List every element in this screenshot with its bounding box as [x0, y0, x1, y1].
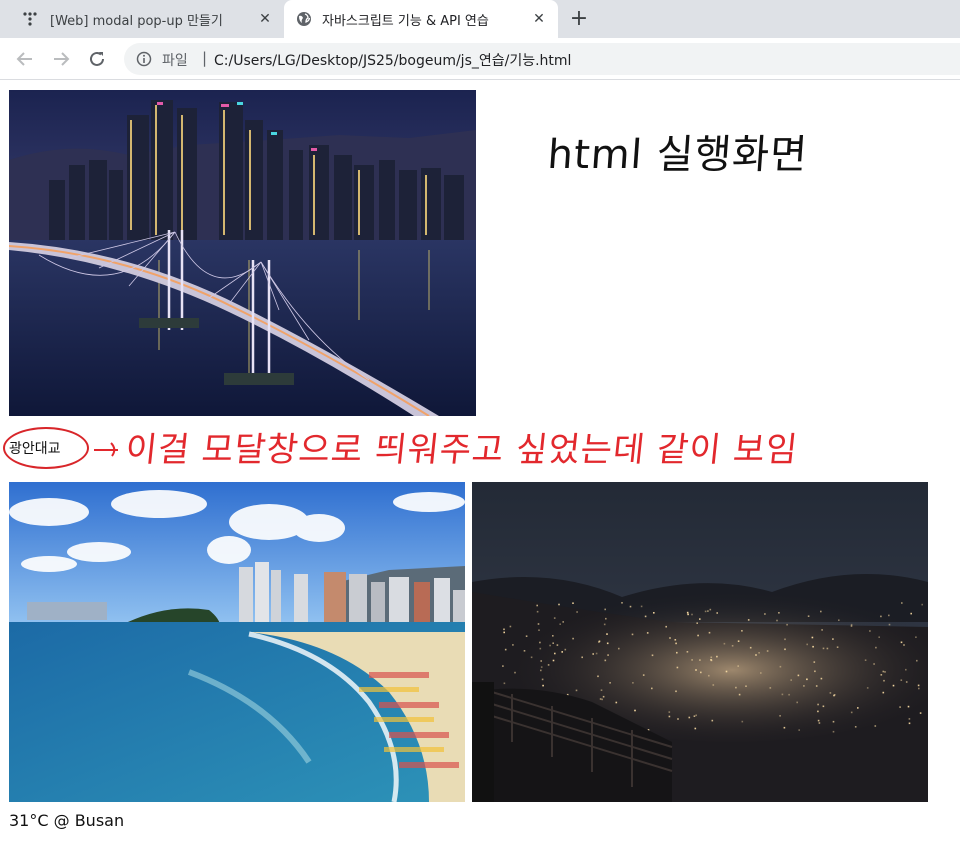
tab-title: [Web] modal pop-up 만들기: [50, 14, 223, 29]
weather-text: 31°C @ Busan: [9, 811, 125, 830]
globe-icon: [297, 12, 311, 26]
back-arrow-icon[interactable]: [14, 48, 36, 70]
tab-js-practice[interactable]: 자바스크립트 기능 & API 연습 ✕: [284, 0, 558, 38]
tab-modal-popup[interactable]: [Web] modal pop-up 만들기 ✕: [0, 0, 284, 38]
tab-title: 자바스크립트 기능 & API 연습: [322, 14, 489, 29]
new-tab-button[interactable]: +: [569, 8, 589, 30]
haeundae-beach-image[interactable]: [9, 482, 465, 802]
gwangan-bridge-image[interactable]: [9, 90, 476, 416]
forward-arrow-icon[interactable]: [50, 48, 72, 70]
close-tab-icon[interactable]: ✕: [531, 11, 547, 27]
handwritten-title-annotation: html 실행화면: [546, 132, 810, 178]
address-separator: |: [202, 49, 208, 67]
handwritten-note-annotation: 이걸 모달창으로 띄워주고 싶었는데 같이 보임: [123, 430, 801, 470]
url-text[interactable]: C:/Users/LG/Desktop/JS25/bogeum/js_연습/기능…: [214, 50, 571, 70]
app-dots-icon: [23, 12, 37, 26]
page-content: html 실행화면 광안대교 이걸 모달창으로 띄워주고 싶었는데 같이 보임: [0, 80, 960, 841]
info-icon[interactable]: [136, 51, 152, 67]
browser-toolbar: 파일 | C:/Users/LG/Desktop/JS25/bogeum/js_…: [0, 38, 960, 80]
close-tab-icon[interactable]: ✕: [257, 11, 273, 27]
tab-strip: [Web] modal pop-up 만들기 ✕ 자바스크립트 기능 & API…: [0, 0, 960, 38]
red-arrow-annotation: [94, 442, 118, 457]
reload-icon[interactable]: [86, 48, 108, 70]
address-bar[interactable]: 파일 | C:/Users/LG/Desktop/JS25/bogeum/js_…: [124, 43, 960, 75]
scheme-label: 파일: [162, 53, 188, 69]
busan-night-view-image[interactable]: [472, 482, 928, 802]
image-caption: 광안대교: [9, 441, 61, 457]
